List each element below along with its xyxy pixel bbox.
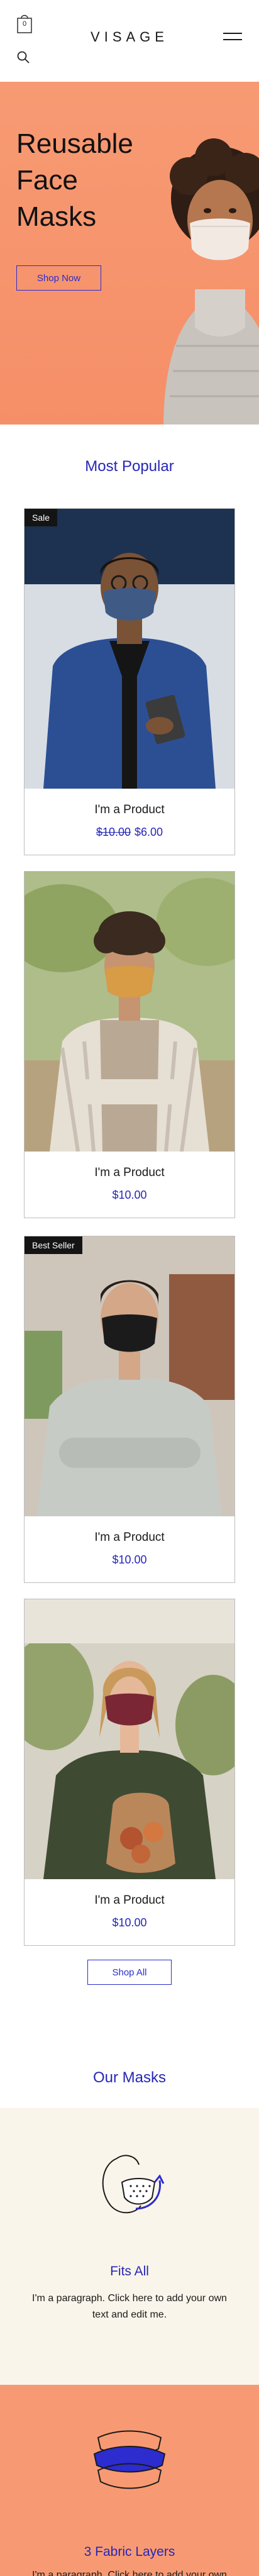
product-image[interactable]: Best Seller (25, 1236, 234, 1516)
product-photo-woman-burgundy-mask (25, 1599, 234, 1879)
product-price: $10.00 $6.00 (25, 826, 234, 839)
feature-title: 3 Fabric Layers (84, 2545, 175, 2559)
product-card[interactable]: I'm a Product $10.00 (24, 871, 235, 1218)
product-card[interactable]: I'm a Product $10.00 (24, 1599, 235, 1946)
brand-logo[interactable]: VISAGE (82, 29, 177, 45)
search-button[interactable] (16, 50, 30, 64)
product-image[interactable] (25, 1599, 234, 1879)
site-header: 0 VISAGE (0, 0, 259, 82)
cart-count: 0 (22, 20, 27, 28)
hero-title-line: Face (16, 165, 78, 196)
cart-button[interactable]: 0 (16, 13, 33, 34)
shop-all-button[interactable]: Shop All (87, 1960, 172, 1985)
most-popular-title: Most Popular (85, 458, 174, 475)
product-photo-woman-yellow-mask (25, 872, 234, 1152)
sale-tag: Sale (25, 509, 58, 526)
product-card[interactable]: Sale I'm a Product $10.00 $6.00 (24, 508, 235, 855)
product-image[interactable] (25, 872, 234, 1152)
our-masks-title: Our Masks (92, 2069, 166, 2086)
feature-text: I'm a paragraph. Click here to add your … (32, 2570, 227, 2576)
feature-fabric-layers: 3 Fabric Layers I'm a paragraph. Click h… (0, 2385, 259, 2576)
feature-title: Fits All (110, 2264, 149, 2279)
hero-model-image (163, 138, 259, 425)
product-image[interactable]: Sale (25, 509, 234, 789)
hero-title-line: Reusable (16, 128, 133, 159)
shop-now-button[interactable]: Shop Now (16, 265, 101, 291)
best-seller-tag: Best Seller (25, 1236, 82, 1254)
hero-title-line: Masks (16, 201, 97, 232)
original-price: $10.00 (96, 826, 131, 838)
product-name[interactable]: I'm a Product (25, 1166, 234, 1180)
hamburger-menu-icon[interactable] (223, 33, 242, 44)
product-price: $10.00 (112, 1553, 147, 1566)
fabric-layers-icon (93, 2430, 166, 2489)
hero-banner: Reusable Face Masks Shop Now (0, 82, 259, 425)
product-photo-man-black-mask (25, 1236, 234, 1516)
search-icon (17, 51, 30, 64)
feature-fits-all: Fits All I'm a paragraph. Click here to … (0, 2108, 259, 2385)
sale-price: $6.00 (135, 826, 163, 838)
product-card[interactable]: Best Seller I'm a Product $10.00 (24, 1236, 235, 1583)
product-name[interactable]: I'm a Product (25, 1531, 234, 1545)
product-photo-man-blue-suit (25, 509, 234, 789)
feature-text: I'm a paragraph. Click here to add your … (32, 2293, 227, 2320)
product-name[interactable]: I'm a Product (25, 803, 234, 817)
hero-title: Reusable Face Masks (16, 126, 133, 235)
page: 0 VISAGE Reusable Face Masks Shop Now Mo… (0, 0, 259, 2576)
product-name[interactable]: I'm a Product (25, 1894, 234, 1907)
product-price: $10.00 (112, 1189, 147, 1201)
product-price: $10.00 (112, 1916, 147, 1929)
face-mask-icon (102, 2155, 165, 2214)
